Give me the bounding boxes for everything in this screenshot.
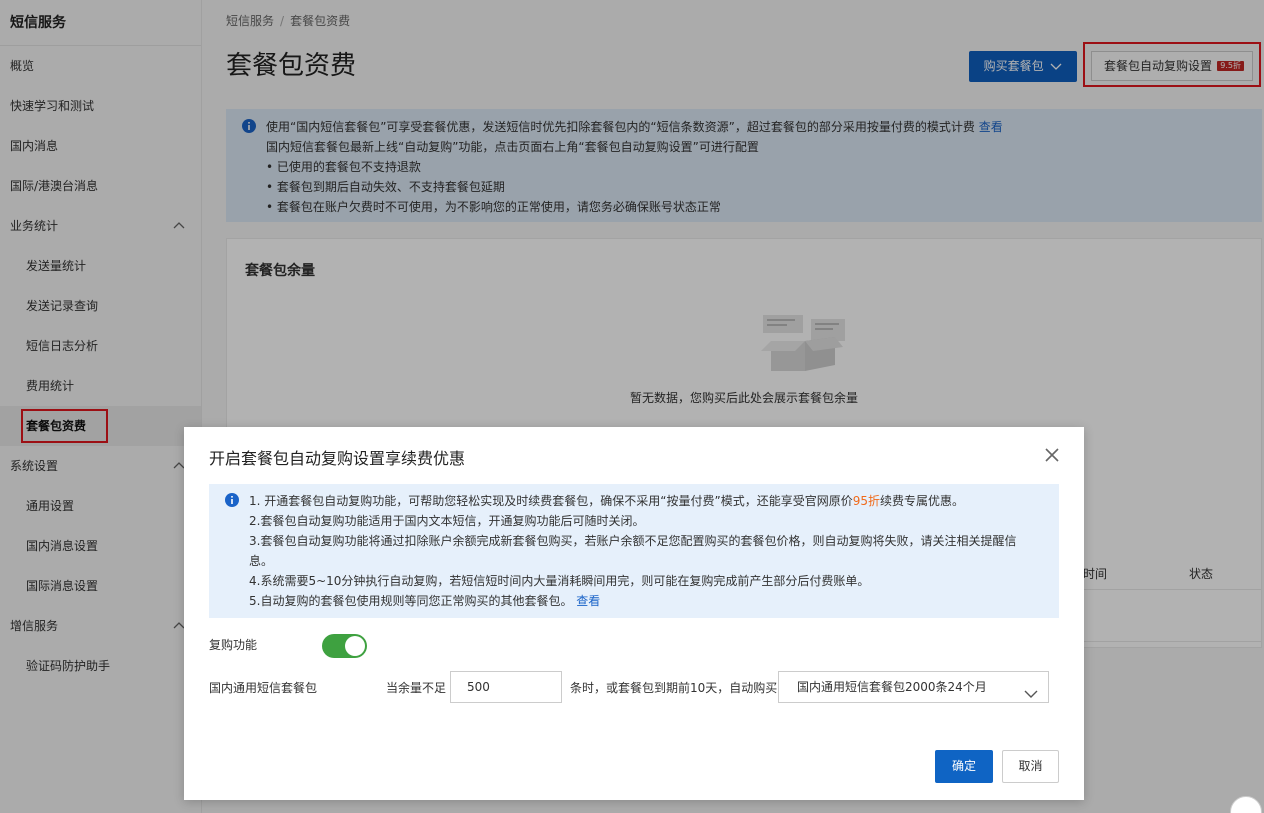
- chevron-down-icon: [1024, 680, 1038, 710]
- cancel-button[interactable]: 取消: [1002, 750, 1059, 783]
- modal-title: 开启套餐包自动复购设置享续费优惠: [209, 449, 466, 468]
- modal-notice-line-4: 4.系统需要5~10分钟执行自动复购，若短信短时间内大量消耗瞬间用完，则可能在复…: [249, 574, 870, 588]
- confirm-button[interactable]: 确定: [935, 750, 993, 783]
- modal-notice-line-1: 1. 开通套餐包自动复购功能，可帮助您轻松实现及时续费套餐包，确保不采用“按量付…: [249, 491, 1035, 511]
- package-select-value: 国内通用短信套餐包2000条24个月: [797, 680, 987, 694]
- modal-view-link[interactable]: 查看: [576, 594, 600, 608]
- threshold-input[interactable]: 500: [450, 671, 562, 703]
- modal-notice-text: 续费专属优惠。: [879, 494, 964, 508]
- toggle-knob: [345, 636, 365, 656]
- modal-notice-line-2: 2.套餐包自动复购功能适用于国内文本短信，开通复购功能后可随时关闭。: [249, 514, 645, 528]
- modal-notice-line-3: 3.套餐包自动复购功能将通过扣除账户余额完成新套餐包购买，若账户余额不足您配置购…: [249, 534, 1017, 548]
- modal-info-notice: 1. 开通套餐包自动复购功能，可帮助您轻松实现及时续费套餐包，确保不采用“按量付…: [209, 484, 1059, 618]
- threshold-prefix: 当余量不足: [386, 681, 447, 695]
- toggle-label: 复购功能: [209, 638, 258, 652]
- auto-renew-modal: 开启套餐包自动复购设置享续费优惠 1. 开通套餐包自动复购功能，可帮助您轻松实现…: [184, 427, 1084, 800]
- modal-notice-line-5: 5.自动复购的套餐包使用规则等同您正常购买的其他套餐包。 查看: [249, 591, 1035, 611]
- package-type-label: 国内通用短信套餐包: [209, 681, 318, 695]
- package-select[interactable]: 国内通用短信套餐包2000条24个月: [778, 671, 1049, 703]
- close-icon[interactable]: [1044, 447, 1060, 463]
- modal-notice-text: 1. 开通套餐包自动复购功能，可帮助您轻松实现及时续费套餐包，确保不采用“按量付…: [249, 494, 853, 508]
- modal-notice-line-3b: 息。: [249, 554, 274, 568]
- discount-highlight: 95折: [852, 494, 880, 508]
- info-icon: [225, 493, 239, 513]
- modal-notice-text: 5.自动复购的套餐包使用规则等同您正常购买的其他套餐包。: [249, 594, 573, 608]
- auto-renew-toggle[interactable]: [322, 634, 367, 658]
- threshold-suffix: 条时，或套餐包到期前10天，自动购买: [570, 681, 778, 695]
